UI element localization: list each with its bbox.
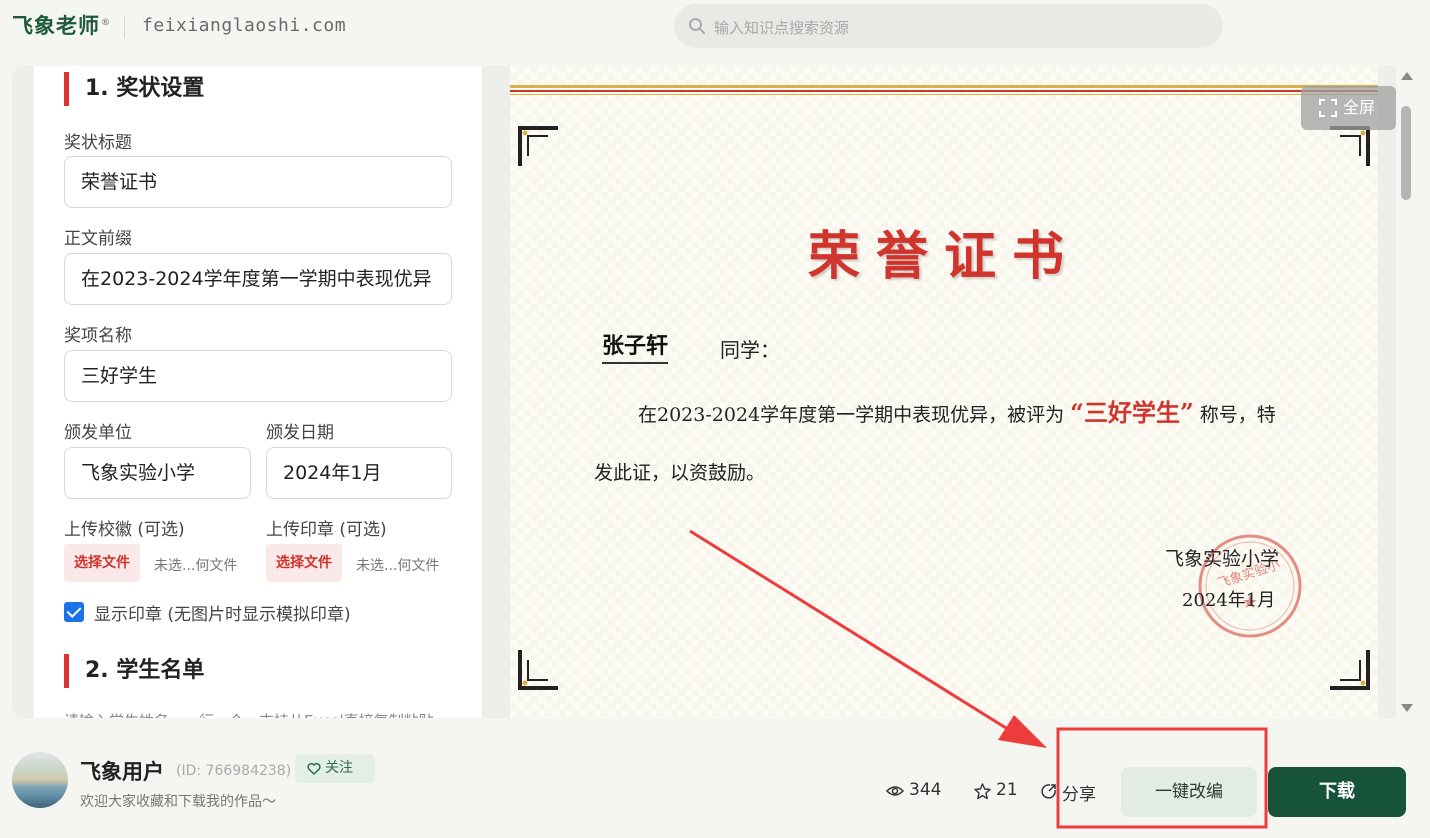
share-label: 分享: [1062, 785, 1096, 805]
header-divider: [124, 16, 125, 38]
author-name[interactable]: 飞象用户: [80, 756, 164, 786]
section-title-student-list: 2. 学生名单: [64, 654, 204, 688]
choose-logo-file-button[interactable]: 选择文件: [64, 544, 140, 582]
recipient-name: 张子轩: [602, 328, 669, 364]
share-button[interactable]: 分享: [1041, 780, 1096, 805]
recipient-suffix: 同学：: [720, 338, 780, 362]
share-icon: [1041, 784, 1056, 799]
stars-count: 21: [996, 780, 1018, 800]
search-bar[interactable]: 输入知识点搜索资源: [674, 4, 1223, 48]
issuer-label: 颁发单位: [64, 423, 132, 443]
corner-ornament-top-left: [518, 126, 558, 166]
site-logo[interactable]: 飞象老师®: [12, 10, 111, 40]
certificate-body: 在2023-2024学年度第一学期中表现优异，被评为 “三好学生” 称号，特发此证，…: [594, 384, 1284, 502]
certificate-issuer: 飞象实验小学: [1165, 548, 1280, 570]
choose-seal-file-button[interactable]: 选择文件: [266, 544, 342, 582]
award-label: 奖项名称: [64, 326, 132, 346]
show-seal-label: 显示印章 (无图片时显示模拟印章): [94, 605, 351, 625]
annotation-arrow-head: [998, 715, 1047, 748]
scroll-down-arrow-icon[interactable]: [1401, 704, 1413, 712]
avatar[interactable]: [12, 752, 68, 808]
author-id: (ID: 766984238): [176, 763, 292, 779]
title-label: 奖状标题: [64, 133, 132, 153]
logo-upload-label: 上传校徽 (可选): [64, 520, 185, 540]
expand-icon: [1319, 99, 1337, 117]
student-list-hint: 请输入学生姓名，一行一个，支持从Excel直接复制粘贴: [64, 710, 434, 718]
seal-upload-label: 上传印章 (可选): [266, 520, 387, 540]
prefix-label: 正文前缀: [64, 229, 132, 249]
seal-file-status: 未选...何文件: [356, 558, 440, 574]
follow-label: 关注: [325, 760, 353, 776]
logo-text: 飞象老师: [12, 14, 100, 38]
border-band-gold: [510, 85, 1378, 88]
download-button[interactable]: 下载: [1268, 767, 1406, 817]
date-label: 颁发日期: [266, 423, 334, 443]
scroll-thumb[interactable]: [1401, 106, 1411, 200]
date-input[interactable]: 2024年1月: [266, 447, 452, 499]
search-icon: [689, 18, 705, 34]
prefix-input[interactable]: 在2023-2024学年度第一学期中表现优异: [64, 253, 452, 305]
certificate-date: 2024年1月: [1182, 590, 1276, 611]
title-input[interactable]: 荣誉证书: [64, 156, 452, 208]
eye-icon: [886, 786, 904, 796]
workspace: 1. 奖状设置 奖状标题 荣誉证书 正文前缀 在2023-2024学年度第一学期…: [12, 66, 1416, 718]
star-icon: [974, 783, 991, 800]
border-band-red: [510, 90, 1378, 92]
body-before: 在2023-2024学年度第一学期中表现优异，被评为: [638, 404, 1065, 426]
fullscreen-button[interactable]: 全屏: [1301, 86, 1396, 130]
registered-mark: ®: [101, 18, 111, 28]
heart-icon: [307, 762, 321, 775]
fullscreen-label: 全屏: [1343, 98, 1376, 117]
one-click-adapt-button[interactable]: 一键改编: [1121, 767, 1257, 817]
site-domain: feixianglaoshi.com: [142, 15, 347, 36]
top-bar: 飞象老师® feixianglaoshi.com 输入知识点搜索资源: [0, 0, 1430, 56]
favorite-button[interactable]: 21: [974, 780, 1018, 800]
issuer-input[interactable]: 飞象实验小学: [64, 447, 251, 499]
scroll-up-arrow-icon[interactable]: [1401, 72, 1413, 80]
corner-ornament-bottom-right: [1330, 650, 1370, 690]
settings-panel: 1. 奖状设置 奖状标题 荣誉证书 正文前缀 在2023-2024学年度第一学期…: [34, 66, 482, 718]
award-name: “三好学生”: [1070, 398, 1194, 427]
views-count: 344: [909, 780, 942, 800]
logo-file-status: 未选...何文件: [154, 558, 238, 574]
follow-button[interactable]: 关注: [295, 754, 375, 783]
certificate-preview: 荣誉证书 张子轩 同学： 在2023-2024学年度第一学期中表现优异，被评为 “…: [510, 66, 1378, 718]
search-input[interactable]: 输入知识点搜索资源: [714, 17, 849, 38]
border-band-gold-thin: [510, 94, 1378, 95]
section-title-award-settings: 1. 奖状设置: [64, 72, 204, 106]
certificate-title: 荣誉证书: [807, 226, 1080, 287]
show-seal-checkbox[interactable]: [64, 602, 84, 622]
award-input[interactable]: 三好学生: [64, 350, 452, 402]
author-bio: 欢迎大家收藏和下载我的作品～: [80, 794, 276, 810]
corner-ornament-bottom-left: [518, 650, 558, 690]
corner-ornament-top-right: [1330, 126, 1370, 166]
preview-scrollbar[interactable]: [1396, 66, 1416, 718]
views-stat: 344: [886, 780, 941, 800]
